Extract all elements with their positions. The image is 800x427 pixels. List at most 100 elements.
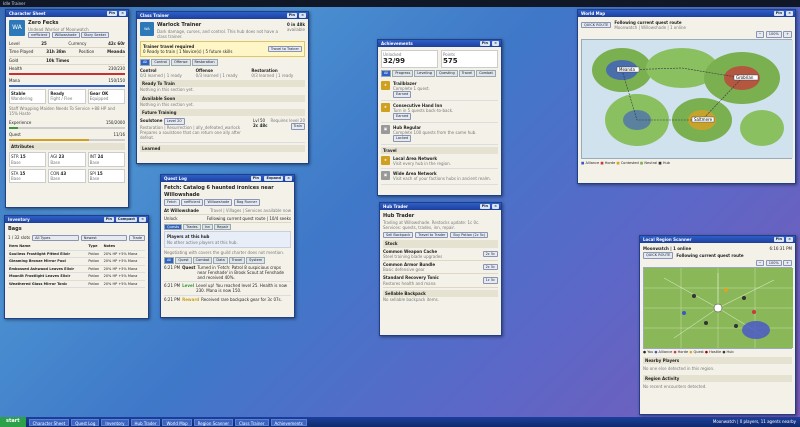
tab-all[interactable]: All — [381, 70, 392, 77]
buy-potion-button[interactable]: Buy Potion (2c 5c) — [450, 231, 489, 239]
tag: Story Seeker — [80, 31, 110, 39]
taskbar: start Character Sheet Quest Log Inventor… — [0, 417, 800, 427]
close-button[interactable]: × — [139, 217, 146, 222]
inventory-table: Item Name Type Notes Soulless Frostlight P… — [8, 243, 145, 289]
close-button[interactable]: × — [786, 11, 793, 16]
world-map-canvas[interactable]: Meanda Grobrian Saltmere — [581, 38, 793, 159]
trade-button[interactable]: Trade — [129, 234, 145, 242]
zoom-in-button[interactable]: + — [783, 259, 792, 267]
taskbar-item[interactable]: Quest Log — [71, 418, 100, 426]
stat-row: Time Played 31h 38m Position Meanda — [9, 48, 125, 57]
close-button[interactable]: × — [786, 237, 793, 242]
map-label-saltmere: Saltmere — [694, 117, 713, 122]
tab-questing[interactable]: Questing — [435, 70, 458, 77]
taskbar-item[interactable]: Hub Trader — [130, 418, 161, 426]
window-titlebar[interactable]: World Map Pin × — [578, 10, 795, 17]
world-map-window: World Map Pin × QUICK ROUTE Following cur… — [577, 9, 796, 184]
tab-progress[interactable]: Progress — [392, 70, 414, 77]
zoom-out-button[interactable]: − — [755, 31, 765, 38]
table-row[interactable]: Gleaming Bronze Mirror Pool Potion 20% HP … — [8, 257, 145, 266]
tab-log-all[interactable]: All — [164, 257, 175, 264]
taskbar-item[interactable]: Achievements — [270, 418, 307, 426]
close-button[interactable]: × — [299, 13, 306, 18]
sell-backpack-button[interactable]: Sell Backpack — [383, 231, 414, 239]
zoom-in-button[interactable]: + — [783, 31, 792, 38]
taskbar-item[interactable]: World Map — [162, 418, 192, 426]
close-button[interactable]: × — [119, 11, 126, 16]
zoom-out-button[interactable]: − — [755, 259, 765, 267]
buy-button[interactable]: 1c 5c — [482, 277, 498, 284]
pin-button[interactable]: Pin — [479, 204, 490, 209]
table-row[interactable]: Soulless Frostlight Pitted Elixir Potion 2… — [8, 250, 145, 259]
window-titlebar[interactable]: Quest Log Pin Expand × — [161, 175, 294, 182]
expand-button[interactable]: Expand — [264, 176, 283, 181]
character-sheet-window: Character Sheet Pin × WA Zero Fecks Unde… — [5, 9, 129, 208]
region-scanner-canvas[interactable] — [643, 267, 793, 350]
table-row[interactable]: Weathered Glass Mirror Tonic Potion 20% HP… — [8, 280, 145, 289]
pin-button[interactable]: Pin — [286, 13, 297, 18]
window-titlebar[interactable]: Class Trainer Pin × — [137, 12, 308, 19]
quest-tag: Fetch — [164, 199, 180, 206]
window-titlebar[interactable]: Achievements Pin × — [378, 40, 501, 47]
tab-log-combat[interactable]: Combat — [192, 257, 213, 264]
tab-log-system[interactable]: System — [246, 257, 266, 264]
region-time: 6:16:31 PM — [769, 246, 792, 251]
tab-offense[interactable]: Offense — [171, 59, 191, 66]
window-titlebar[interactable]: Local Region Scanner Pin × — [640, 236, 795, 243]
taskbar-item[interactable]: Inventory — [101, 418, 129, 426]
pin-button[interactable]: Pin — [773, 11, 784, 16]
window-titlebar[interactable]: Hub Trader Pin × — [380, 203, 501, 210]
start-button[interactable]: start — [0, 417, 26, 427]
window-titlebar[interactable]: Character Sheet Pin × — [6, 10, 128, 17]
quick-route-button[interactable]: QUICK ROUTE — [643, 252, 674, 259]
map-legend: ■ Alliance ■ Horde ■ Contested ■ Neutral… — [581, 160, 670, 165]
achievement-item: ★ Consecutive Hand Inn Turn in 5 quests ba… — [381, 101, 498, 123]
pin-button[interactable]: Pin — [479, 41, 490, 46]
quick-route-button[interactable]: QUICK ROUTE — [581, 21, 612, 29]
taskbar-item[interactable]: Class Trainer — [235, 418, 269, 426]
train-button[interactable]: Train — [290, 123, 305, 130]
travel-to-trader-button[interactable]: Travel to Trader — [415, 231, 449, 239]
table-row[interactable]: Moonlit Frostlight Leaves Elixir Potion 20… — [8, 272, 145, 281]
tab-inn[interactable]: Inn — [201, 223, 214, 231]
tab-log-data[interactable]: Data — [213, 257, 228, 264]
zoom-level: 100% — [765, 259, 782, 267]
tab-control[interactable]: Control — [151, 59, 170, 66]
tab-all[interactable]: All — [140, 59, 151, 66]
achievement-item: ★ Trailblazer Complete 1 quest. Earned — [381, 79, 498, 101]
taskbar-item[interactable]: Character Sheet — [28, 418, 70, 426]
skill-col: Offense 0/3 learned | 1 ready — [195, 67, 238, 78]
status-card: Ready Fight / Flee — [48, 89, 86, 104]
table-row[interactable]: Embossed Ashwood Leaves Elixir Potion 20% … — [8, 265, 145, 274]
tab-leveling[interactable]: Leveling — [414, 70, 435, 77]
buy-button[interactable]: 2c 5c — [482, 250, 498, 258]
travel-to-trainer-button[interactable]: Travel to Trainer — [267, 45, 302, 53]
mana-bar — [9, 85, 125, 88]
achievement-item: ▣ Wide Area Network Visit each of your fac… — [381, 169, 498, 185]
type-filter-select[interactable]: All Types — [32, 234, 79, 242]
compact-button[interactable]: Compact — [115, 217, 137, 222]
close-button[interactable]: × — [492, 41, 499, 46]
pin-button[interactable]: Pin — [103, 217, 114, 222]
window-titlebar[interactable]: Inventory Pin Compact × — [5, 216, 148, 223]
status-card: Gear OK Equipped — [87, 89, 125, 104]
tab-restoration[interactable]: Restoration — [191, 59, 218, 66]
sort-select[interactable]: Newest — [80, 234, 128, 242]
avatar: WA — [140, 22, 154, 36]
region-scanner-window: Local Region Scanner Pin × Moonwatch | 1… — [639, 235, 796, 415]
tab-quests[interactable]: Quests — [164, 223, 183, 231]
tab-repair[interactable]: Repair — [214, 223, 232, 231]
tab-combat[interactable]: Combat — [476, 70, 496, 77]
pin-button[interactable]: Pin — [250, 176, 261, 181]
taskbar-item[interactable]: Region Scanner — [193, 418, 234, 426]
tab-travel[interactable]: Travel — [458, 70, 476, 77]
tab-log-travel[interactable]: Travel — [228, 257, 246, 264]
pin-button[interactable]: Pin — [773, 237, 784, 242]
buy-button[interactable]: 2c 5c — [482, 263, 498, 271]
close-button[interactable]: × — [285, 176, 292, 181]
pin-button[interactable]: Pin — [106, 11, 117, 16]
tab-trades[interactable]: Trades — [183, 223, 201, 231]
tab-log-quest[interactable]: Quest — [175, 257, 192, 264]
trophy-icon: ★ — [381, 80, 390, 90]
close-button[interactable]: × — [492, 204, 499, 209]
